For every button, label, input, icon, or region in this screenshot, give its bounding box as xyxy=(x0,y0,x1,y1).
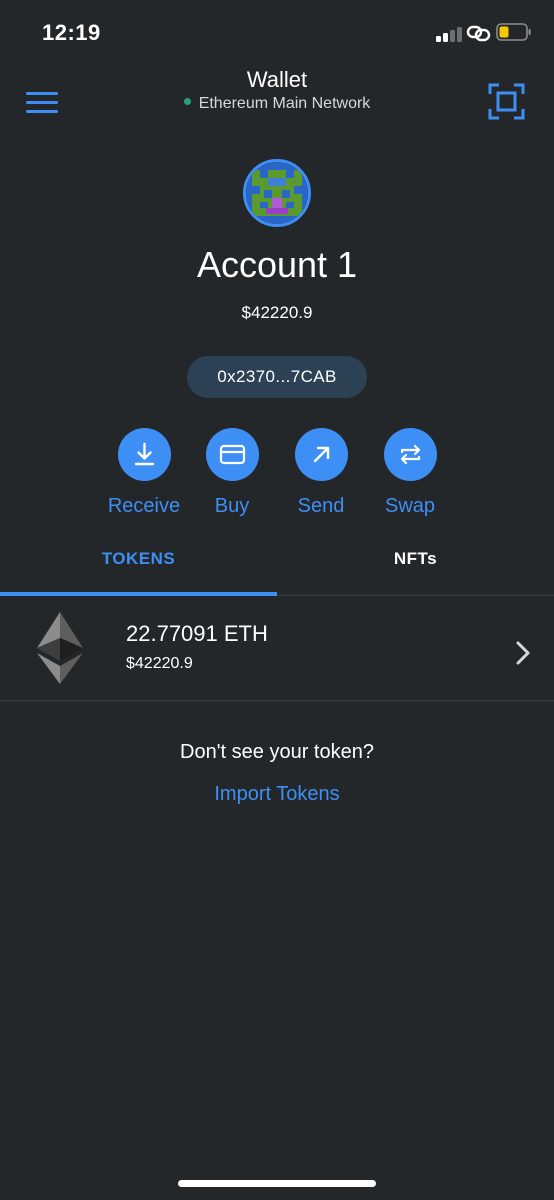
token-row-eth[interactable]: 22.77091 ETH $42220.9 xyxy=(0,597,554,701)
receive-label: Receive xyxy=(107,495,181,517)
token-amount: 22.77091 ETH xyxy=(126,621,268,646)
network-status-dot xyxy=(183,98,191,106)
account-address-button[interactable]: 0x2370...7CAB xyxy=(187,356,367,398)
home-indicator xyxy=(178,1180,376,1187)
send-label: Send xyxy=(297,495,345,517)
status-bar: 12:19 xyxy=(0,0,554,64)
arrow-up-right-icon xyxy=(313,446,329,463)
swap-circle xyxy=(383,428,437,481)
wallet-header: Wallet Ethereum Main Network xyxy=(0,64,554,144)
import-tokens-link[interactable]: Import Tokens xyxy=(0,783,554,806)
chevron-right-icon xyxy=(516,641,530,665)
status-time: 12:19 xyxy=(42,20,101,45)
network-selector[interactable]: Ethereum Main Network xyxy=(0,95,554,113)
asset-tabs: TOKENS NFTs xyxy=(0,534,554,596)
missing-token-prompt: Don't see your token? xyxy=(180,741,374,763)
network-name: Ethereum Main Network xyxy=(198,95,371,112)
account-balance: $42220.9 xyxy=(241,303,313,322)
buy-button[interactable]: Buy xyxy=(187,428,277,518)
account-avatar[interactable] xyxy=(243,159,311,227)
battery-icon xyxy=(496,23,531,41)
wallet-screen: 12:19 Wallet Ethereum Main Network Accou… xyxy=(0,0,554,1200)
ethereum-icon xyxy=(37,612,83,684)
tab-nfts[interactable]: NFTs xyxy=(277,534,554,596)
header-title: Wallet xyxy=(246,67,308,92)
active-tab-indicator xyxy=(0,592,277,596)
qr-scan-icon[interactable] xyxy=(488,83,525,120)
link-icon xyxy=(466,25,491,42)
download-icon xyxy=(134,442,154,466)
buy-circle xyxy=(205,428,259,481)
swap-arrows-icon xyxy=(400,444,420,465)
signal-icon xyxy=(436,26,462,42)
send-circle xyxy=(294,428,348,481)
receive-button[interactable]: Receive xyxy=(99,428,189,518)
buy-label: Buy xyxy=(214,495,250,517)
swap-label: Swap xyxy=(384,495,436,517)
wallet-actions: Receive Buy Send Swap xyxy=(0,428,554,524)
send-button[interactable]: Send xyxy=(276,428,366,518)
identicon-icon xyxy=(246,162,308,224)
card-icon xyxy=(219,444,245,465)
receive-circle xyxy=(117,428,171,481)
token-fiat-value: $42220.9 xyxy=(126,655,193,672)
swap-button[interactable]: Swap xyxy=(365,428,455,518)
tab-tokens[interactable]: TOKENS xyxy=(0,534,277,596)
account-name[interactable]: Account 1 xyxy=(0,244,554,286)
